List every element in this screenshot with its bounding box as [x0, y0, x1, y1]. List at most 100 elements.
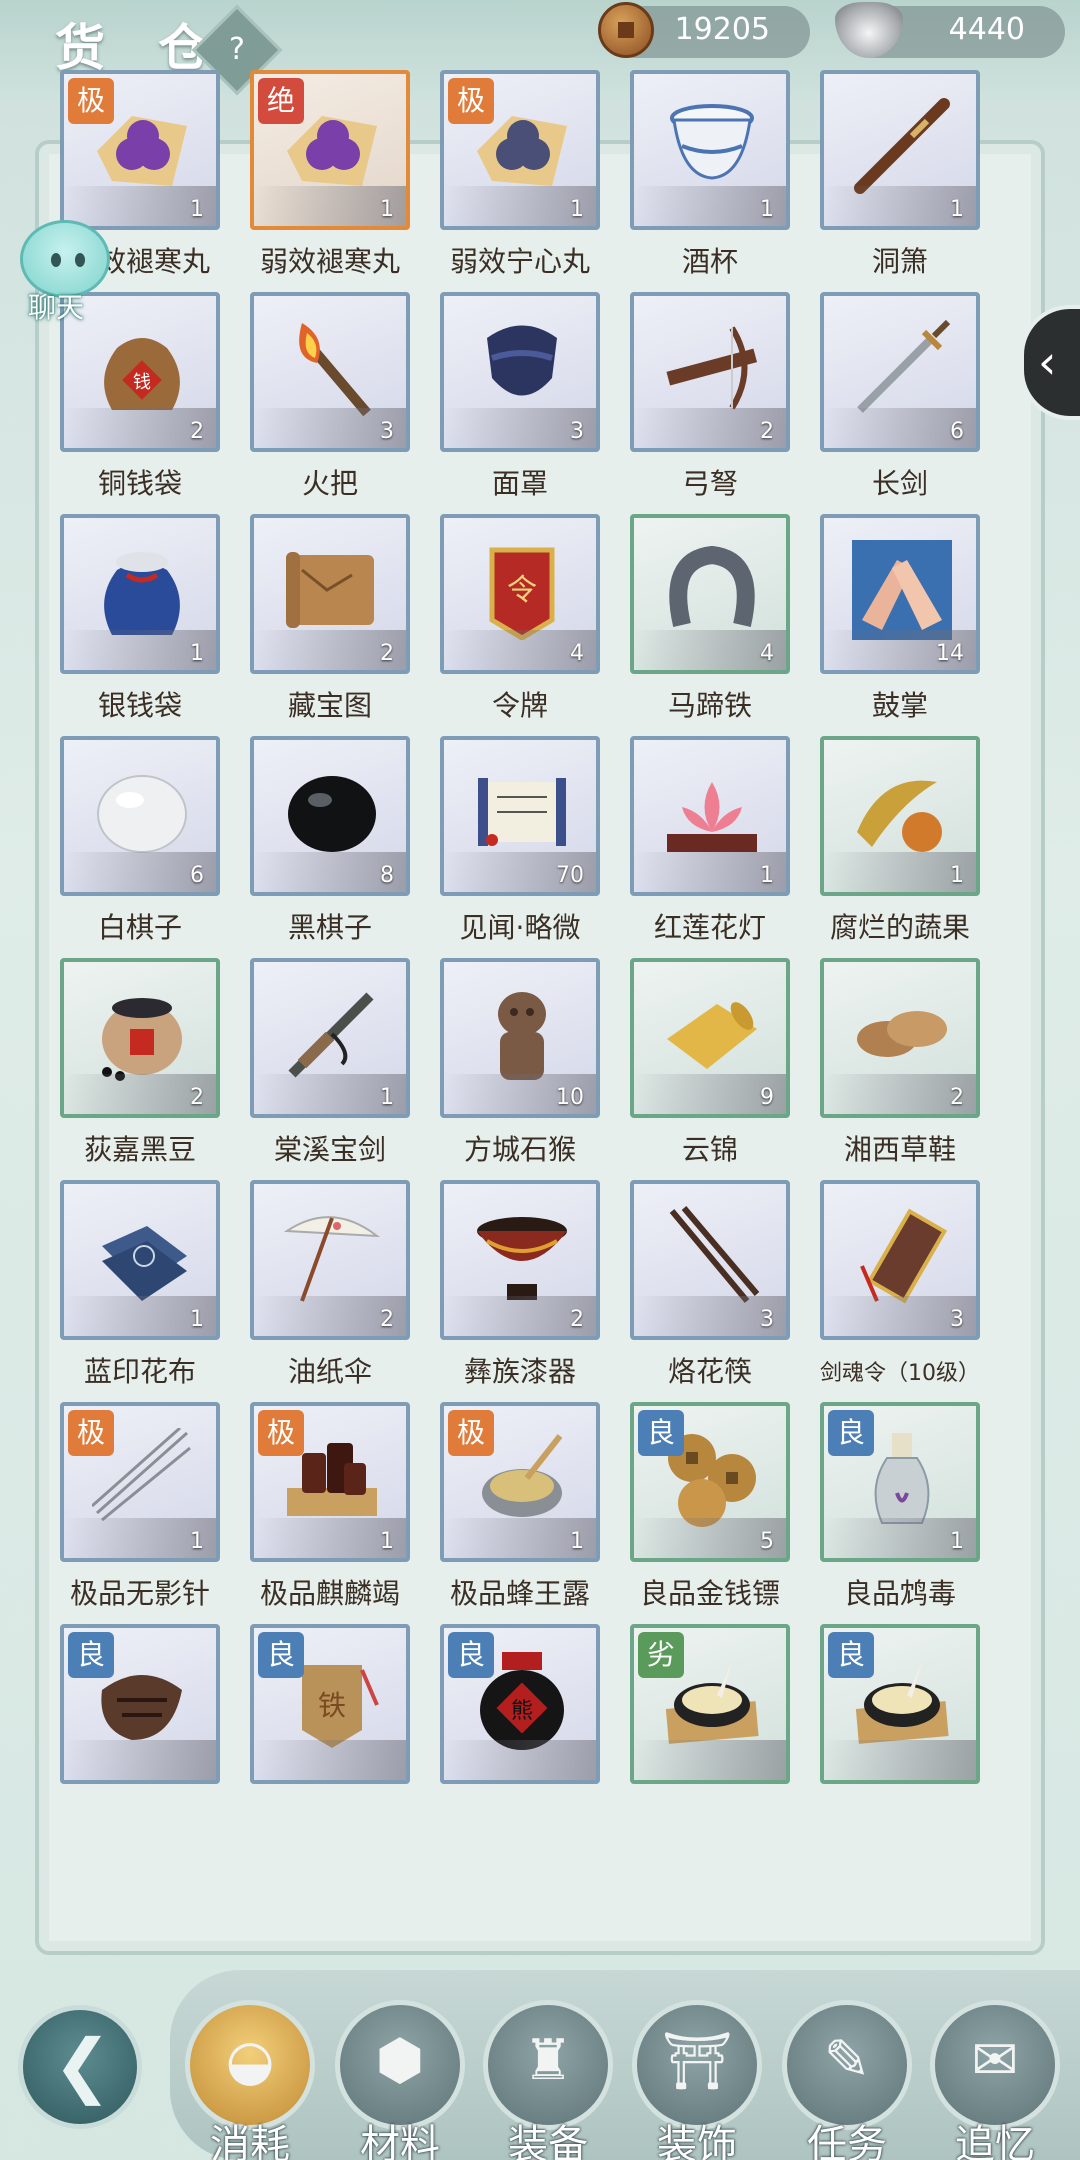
inventory-item[interactable]: 1 酒杯 — [595, 70, 790, 292]
inventory-item[interactable]: 良 — [45, 1624, 220, 1846]
tab-memories[interactable]: ✉ 追忆 — [930, 2000, 1060, 2160]
inventory-item[interactable]: 熊良 — [405, 1624, 600, 1846]
item-slot[interactable]: 2 — [630, 292, 790, 452]
item-slot[interactable]: 绝1 — [250, 70, 410, 230]
material-bundle-icon: ⬢ — [375, 2028, 425, 2093]
item-slot[interactable]: 熊良 — [440, 1624, 600, 1784]
inventory-item[interactable]: 70 见闻·略微 — [405, 736, 600, 958]
item-slot[interactable]: 70 — [440, 736, 600, 896]
item-count: 70 — [556, 863, 584, 888]
item-slot[interactable]: 令4 — [440, 514, 600, 674]
item-slot[interactable]: 2 — [250, 1180, 410, 1340]
tab-tasks[interactable]: ✎ 任务 — [782, 2000, 912, 2160]
item-slot[interactable]: 劣 — [630, 1624, 790, 1784]
item-slot[interactable]: 3 — [250, 292, 410, 452]
item-slot[interactable]: 6 — [820, 292, 980, 452]
inventory-item[interactable]: 2 湘西草鞋 — [785, 958, 980, 1180]
item-slot[interactable]: 9 — [630, 958, 790, 1118]
item-slot[interactable]: 1 — [630, 736, 790, 896]
chat-button[interactable]: 聊天 — [8, 220, 118, 330]
tab-consumables[interactable]: ◒ 消耗 — [185, 2000, 315, 2160]
inventory-item[interactable]: 令 4 令牌 — [405, 514, 600, 736]
inventory-item[interactable]: 2 油纸伞 — [215, 1180, 410, 1402]
inventory-item[interactable]: 极 1 极品麒麟竭 — [215, 1402, 410, 1624]
inventory-item[interactable]: 1 银钱袋 — [45, 514, 220, 736]
inventory-item[interactable]: 良 — [785, 1624, 980, 1846]
item-slot[interactable]: 极1 — [250, 1402, 410, 1562]
item-slot[interactable]: 1 — [820, 70, 980, 230]
item-slot[interactable]: 1 — [60, 514, 220, 674]
silver-ingot-icon — [835, 2, 903, 58]
inventory-item[interactable]: 6 长剑 — [785, 292, 980, 514]
quality-badge: 良 — [638, 1410, 684, 1456]
inventory-item[interactable]: 1 棠溪宝剑 — [215, 958, 410, 1180]
inventory-item[interactable]: 铁良 — [215, 1624, 410, 1846]
item-slot[interactable]: 1 — [630, 70, 790, 230]
inventory-item[interactable]: 良 5 良品金钱镖 — [595, 1402, 790, 1624]
item-slot[interactable]: 良 — [820, 1624, 980, 1784]
inventory-item[interactable]: 2 弓弩 — [595, 292, 790, 514]
inventory-item[interactable]: 3 烙花筷 — [595, 1180, 790, 1402]
inventory-item[interactable]: 良 1 良品鸩毒 — [785, 1402, 980, 1624]
back-button[interactable]: ❮ — [18, 2005, 142, 2129]
item-slot[interactable]: 2 — [820, 958, 980, 1118]
silver-ingot-counter[interactable]: 4440 — [835, 2, 1065, 58]
bowl-icon: ◒ — [225, 2028, 275, 2093]
item-slot[interactable]: 6 — [60, 736, 220, 896]
item-slot[interactable]: 3 — [820, 1180, 980, 1340]
inventory-item[interactable]: 绝 1 弱效褪寒丸 — [215, 70, 410, 292]
inventory-item[interactable]: 2 荻嘉黑豆 — [45, 958, 220, 1180]
item-slot[interactable]: 极1 — [60, 70, 220, 230]
item-count: 1 — [950, 197, 964, 222]
item-slot[interactable]: 8 — [250, 736, 410, 896]
inventory-item[interactable]: 10 方城石猴 — [405, 958, 600, 1180]
inventory-item[interactable]: 8 黑棋子 — [215, 736, 410, 958]
inventory-item[interactable]: 劣 — [595, 1624, 790, 1846]
item-slot[interactable]: 极1 — [440, 1402, 600, 1562]
item-slot[interactable]: 14 — [820, 514, 980, 674]
item-slot[interactable]: 良1 — [820, 1402, 980, 1562]
item-slot[interactable]: 极1 — [60, 1402, 220, 1562]
item-name: 彝族漆器 — [463, 1355, 576, 1388]
inventory-item[interactable]: 极 1 弱效宁心丸 — [405, 70, 600, 292]
item-slot[interactable]: 2 — [60, 958, 220, 1118]
item-slot[interactable]: 10 — [440, 958, 600, 1118]
item-slot[interactable]: 良5 — [630, 1402, 790, 1562]
item-count: 6 — [190, 863, 204, 888]
inventory-item[interactable]: 极 1 极品无影针 — [45, 1402, 220, 1624]
inventory-item[interactable]: 极 1 极品蜂王露 — [405, 1402, 600, 1624]
item-slot[interactable]: 2 — [250, 514, 410, 674]
inventory-item[interactable]: 4 马蹄铁 — [595, 514, 790, 736]
item-slot[interactable]: 1 — [60, 1180, 220, 1340]
inventory-item[interactable]: 1 腐烂的蔬果 — [785, 736, 980, 958]
tab-materials[interactable]: ⬢ 材料 — [335, 2000, 465, 2160]
copper-coin-counter[interactable]: 19205 — [598, 2, 810, 58]
quality-badge: 极 — [448, 1410, 494, 1456]
inventory-item[interactable]: 3 剑魂令（10级） — [785, 1180, 980, 1402]
inventory-item[interactable]: 2 藏宝图 — [215, 514, 410, 736]
item-slot[interactable]: 良 — [60, 1624, 220, 1784]
inventory-item[interactable]: 2 彝族漆器 — [405, 1180, 600, 1402]
tab-equipment[interactable]: ♜ 装备 — [483, 2000, 613, 2160]
tab-decorations[interactable]: ⛩ 装饰 — [632, 2000, 762, 2160]
item-slot[interactable]: 铁良 — [250, 1624, 410, 1784]
item-slot[interactable]: 2 — [440, 1180, 600, 1340]
item-slot[interactable]: 1 — [250, 958, 410, 1118]
count-strip — [824, 1740, 976, 1780]
item-slot[interactable]: 3 — [440, 292, 600, 452]
inventory-item[interactable]: 3 面罩 — [405, 292, 600, 514]
inventory-item[interactable]: 1 红莲花灯 — [595, 736, 790, 958]
item-slot[interactable]: 3 — [630, 1180, 790, 1340]
inventory-item[interactable]: 6 白棋子 — [45, 736, 220, 958]
inventory-item[interactable]: 1 蓝印花布 — [45, 1180, 220, 1402]
item-slot[interactable]: 4 — [630, 514, 790, 674]
lotus-lamp-icon — [662, 762, 762, 862]
inventory-item[interactable]: 9 云锦 — [595, 958, 790, 1180]
inventory-item[interactable]: 1 洞箫 — [785, 70, 980, 292]
item-slot[interactable]: 极1 — [440, 70, 600, 230]
inventory-item[interactable]: 3 火把 — [215, 292, 410, 514]
svg-text:令: 令 — [507, 573, 537, 608]
inventory-item[interactable]: 14 鼓掌 — [785, 514, 980, 736]
item-slot[interactable]: 1 — [820, 736, 980, 896]
item-count: 6 — [950, 419, 964, 444]
